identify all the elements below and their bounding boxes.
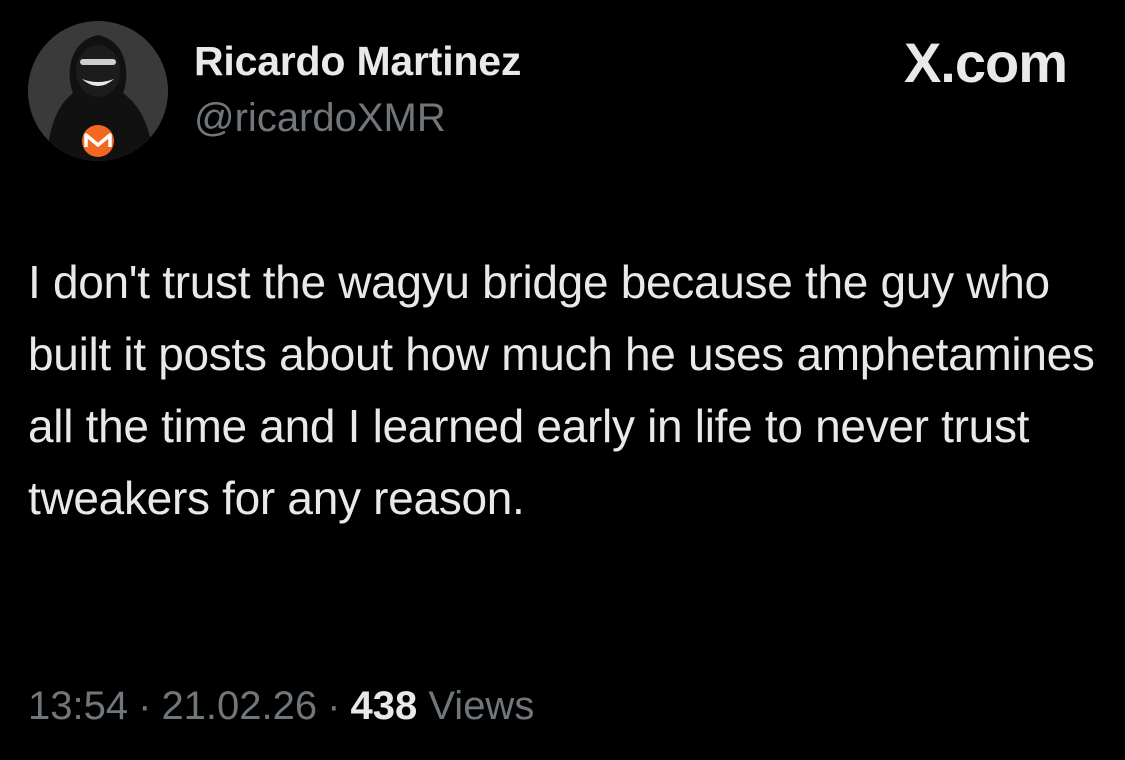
meta-separator: · [138, 684, 152, 728]
author-display-name[interactable]: Ricardo Martinez [194, 38, 521, 85]
tweet-text: I don't trust the wagyu bridge because t… [28, 256, 1095, 524]
meta-separator: · [327, 684, 341, 728]
x-com-watermark: X.com [903, 31, 1068, 94]
tweet-date[interactable]: 21.02.26 [161, 684, 317, 728]
author-handle[interactable]: @ricardoXMR [194, 96, 446, 141]
tweet-meta: 13:54 · 21.02.26 · 438 Views [28, 684, 534, 729]
author-avatar[interactable] [28, 21, 168, 161]
hooded-figure-avatar-icon [28, 21, 168, 161]
tweet-card: Ricardo Martinez @ricardoXMR X.com I don… [0, 0, 1125, 760]
tweet-time[interactable]: 13:54 [28, 684, 128, 728]
views-label[interactable]: Views [428, 684, 534, 728]
views-count[interactable]: 438 [350, 684, 417, 728]
